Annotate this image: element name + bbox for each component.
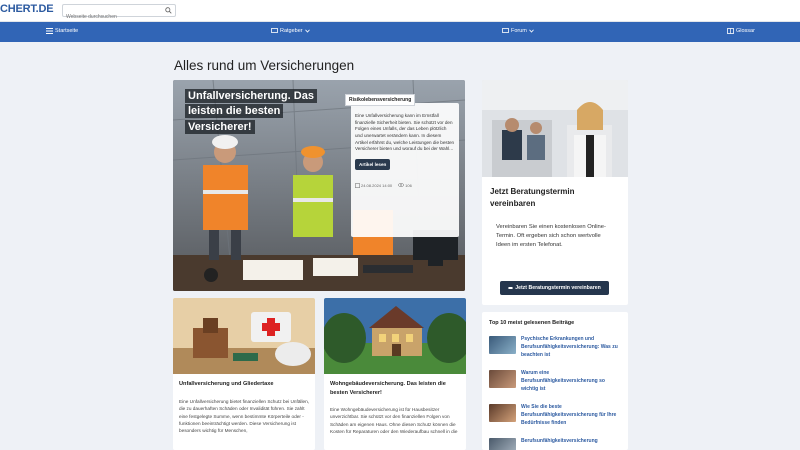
search-icon[interactable] <box>165 7 172 14</box>
hero-text: Eine Unfallversicherung kann im Ernstfal… <box>355 113 455 152</box>
book-consultation-button[interactable]: Jetzt Beratungstermin vereinbaren <box>500 281 609 295</box>
phone-icon <box>508 287 513 289</box>
top10-item-link[interactable]: Berufsunfähigkeitsversicherung <box>521 438 621 450</box>
chevron-down-icon <box>529 29 534 33</box>
hero-teaser: Risikolebensversicherung Eine Unfallvers… <box>345 94 459 237</box>
book-consultation-label: Jetzt Beratungstermin vereinbaren <box>515 285 601 291</box>
eye-icon <box>398 183 405 188</box>
hero-views: 106 <box>405 182 412 188</box>
article-title[interactable]: Unfallversicherung und Gliedertaxe <box>179 380 311 389</box>
search-input[interactable] <box>63 11 159 23</box>
calendar-icon <box>355 183 360 188</box>
site-logo[interactable]: CHERT.DE <box>0 3 54 15</box>
chat-icon <box>271 28 278 33</box>
nav-label: Startseite <box>55 28 79 34</box>
article-card[interactable]: Unfallversicherung und Gliedertaxe Eine … <box>173 298 315 450</box>
nav-item-startseite[interactable]: Startseite <box>46 28 78 34</box>
nav-label: Ratgeber <box>280 28 303 34</box>
chevron-down-icon <box>304 29 310 33</box>
hero-date: 24.08.2024 14:00 <box>361 182 393 188</box>
top10-item-link[interactable]: Warum eine Berufsunfähigkeitsversicherun… <box>521 370 621 393</box>
nav-label: Forum <box>511 28 527 34</box>
hero-article[interactable]: Unfallversicherung. Das leisten die best… <box>173 80 465 291</box>
top10-widget: Top 10 meist gelesenen Beiträge Psychisc… <box>482 312 628 450</box>
top10-item-link[interactable]: Psychische Erkrankungen und Berufsunfähi… <box>521 336 621 359</box>
nav-item-ratgeber[interactable]: Ratgeber <box>271 28 310 34</box>
nav-item-glossar[interactable]: Glossar <box>727 28 755 34</box>
article-excerpt: Eine Wohngebäudeversicherung ist für Hau… <box>330 407 458 434</box>
item-thumbnail <box>489 438 516 450</box>
top10-item[interactable]: Warum eine Berufsunfähigkeitsversicherun… <box>489 370 621 393</box>
article-thumbnail <box>324 298 466 374</box>
article-card[interactable]: Wohngebäudeversicherung. Das leisten die… <box>324 298 466 450</box>
nav-label: Glossar <box>736 28 755 34</box>
chat-icon <box>502 28 509 33</box>
top10-item[interactable]: Wie Sie die beste Berufsunfähigkeitsvers… <box>489 404 621 427</box>
top10-item[interactable]: Psychische Erkrankungen und Berufsunfähi… <box>489 336 621 359</box>
item-thumbnail <box>489 370 516 388</box>
nav-item-forum[interactable]: Forum <box>502 28 534 34</box>
consultation-card: Jetzt Beratungstermin vereinbaren Verein… <box>482 80 628 305</box>
article-thumbnail <box>173 298 315 374</box>
article-title[interactable]: Wohngebäudeversicherung. Das leisten die… <box>330 380 462 397</box>
consultation-title: Jetzt Beratungstermin vereinbaren <box>490 187 575 209</box>
search-box[interactable] <box>62 4 176 23</box>
item-thumbnail <box>489 404 516 422</box>
read-article-button[interactable]: Artikel lesen <box>355 158 391 170</box>
top10-title: Top 10 meist gelesenen Beiträge <box>489 320 575 326</box>
article-excerpt: Eine Unfallversicherung bietet finanziel… <box>179 399 310 434</box>
top10-item-link[interactable]: Wie Sie die beste Berufsunfähigkeitsvers… <box>521 404 621 427</box>
top10-item[interactable]: Berufsunfähigkeitsversicherung <box>489 438 621 450</box>
main-nav: Startseite Ratgeber Forum Glossar <box>0 22 800 42</box>
top-bar: CHERT.DE <box>0 0 800 23</box>
hero-title[interactable]: Unfallversicherung. Das leisten die best… <box>185 89 335 135</box>
category-tag[interactable]: Risikolebensversicherung <box>345 94 416 106</box>
list-icon <box>46 28 53 34</box>
page-title: Alles rund um Versicherungen <box>174 58 355 73</box>
consultation-text: Vereinbaren Sie einen kostenlosen Online… <box>496 224 606 248</box>
item-thumbnail <box>489 336 516 354</box>
hero-meta: 24.08.2024 14:00 106 <box>355 183 455 188</box>
consultation-image <box>482 80 628 177</box>
book-icon <box>727 28 734 34</box>
